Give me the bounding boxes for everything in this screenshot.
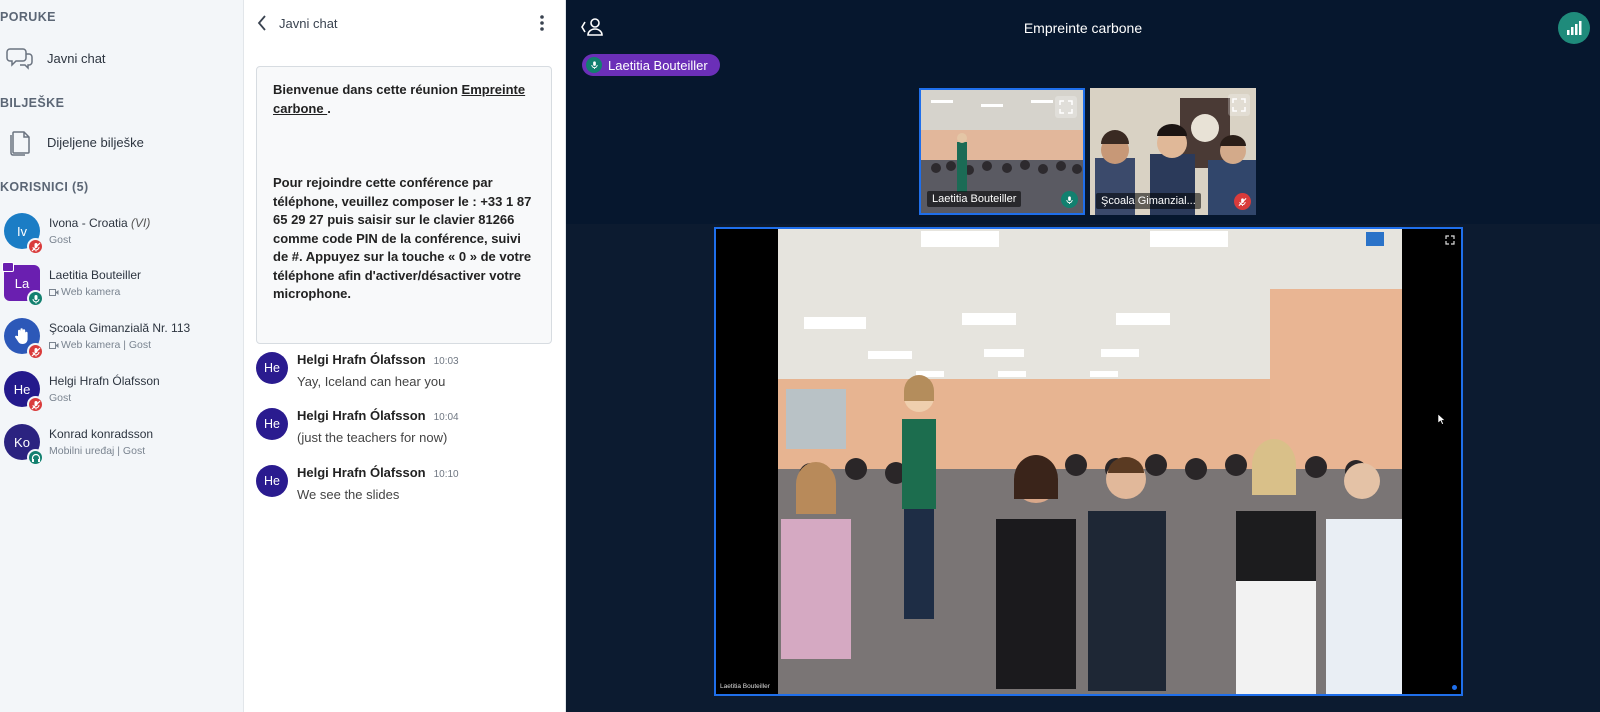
user-role: Mobilni uređaj | Gost (49, 445, 146, 457)
muted-mic-icon (27, 238, 44, 255)
you-tag: (VI) (131, 216, 151, 230)
user-name: Konrad konradsson (49, 427, 154, 441)
welcome-line: Bienvenue dans cette réunion Empreinte c… (273, 81, 535, 118)
mouse-cursor-icon (1438, 414, 1446, 425)
document-icon (5, 127, 35, 157)
user-list-item[interactable]: Ko Konrad konradsson Mobilni uređaj | Go… (0, 417, 243, 469)
message-time: 10:10 (433, 469, 459, 480)
chat-bubbles-icon (5, 43, 35, 73)
chat-panel: Javni chat Bienvenue dans cette réunion … (244, 0, 566, 712)
meeting-title: Empreinte carbone (1023, 20, 1143, 36)
user-role-text: Web kamera | Gost (61, 339, 152, 351)
video-area: Empreinte carbone Laetitia Bouteiller La… (566, 0, 1600, 712)
headset-icon (27, 449, 44, 466)
users-panel: PORUKE Javni chat BILJEŠKE Dijeljene bil… (0, 0, 244, 712)
chat-message: He Helgi Hrafn Ólafsson 10:04 (just the t… (256, 408, 556, 462)
fullscreen-icon[interactable] (1228, 94, 1250, 116)
webcam-tile[interactable]: Laetitia Bouteiller (919, 88, 1085, 215)
screenshare-video[interactable]: Laetitia Bouteiller (714, 227, 1463, 696)
muted-mic-icon (27, 343, 44, 360)
public-chat-label: Javni chat (47, 50, 106, 66)
message-author: Helgi Hrafn Ólafsson 10:10 (297, 465, 459, 480)
welcome-suffix: . (327, 100, 331, 116)
user-role: Gost (49, 234, 72, 246)
webcam-tile[interactable]: Şcoala Gimanzial... (1090, 88, 1256, 215)
chat-message: He Helgi Hrafn Ólafsson 10:10 We see the … (256, 465, 556, 519)
more-options-icon[interactable] (539, 13, 549, 33)
fullscreen-icon[interactable] (1055, 96, 1077, 118)
message-time: 10:03 (433, 356, 459, 367)
user-list-item[interactable]: He Helgi Hrafn Ólafsson Gost (0, 364, 243, 416)
chat-title: Javni chat (279, 16, 338, 31)
user-name: Laetitia Bouteiller (49, 268, 142, 282)
user-role: Gost (49, 392, 72, 404)
message-time: 10:04 (433, 412, 459, 423)
message-text: (just the teachers for now) (297, 430, 448, 445)
shared-notes-nav-item[interactable]: Dijeljene bilješke (0, 122, 243, 162)
users-heading: KORISNICI (5) (0, 180, 89, 194)
muted-mic-icon (27, 396, 44, 413)
webcam-name: Şcoala Gimanzial... (1096, 193, 1201, 209)
user-list-item[interactable]: La Laetitia Bouteiller Web kamera (0, 258, 243, 310)
message-author: Helgi Hrafn Ólafsson 10:03 (297, 352, 459, 367)
user-role-text: Web kamera (61, 286, 121, 298)
talking-name: Laetitia Bouteiller (608, 57, 708, 73)
dial-in-instructions: Pour rejoindre cette conférence par télé… (273, 175, 532, 301)
welcome-message: Bienvenue dans cette réunion Empreinte c… (256, 66, 552, 344)
presentation-stage: Laetitia Bouteiller (566, 224, 1600, 712)
chevron-left-icon[interactable] (256, 14, 272, 32)
user-role: Web kamera | Gost (49, 339, 151, 351)
talking-indicator: Laetitia Bouteiller (582, 54, 720, 76)
author-name: Helgi Hrafn Ólafsson (297, 352, 426, 367)
webcam-icon (49, 288, 59, 296)
webcam-name: Laetitia Bouteiller (927, 191, 1022, 207)
avatar: He (256, 408, 288, 440)
message-text: We see the slides (297, 487, 400, 502)
signal-bars-icon (1567, 21, 1582, 35)
author-name: Helgi Hrafn Ólafsson (297, 465, 426, 480)
chat-message: He Helgi Hrafn Ólafsson 10:03 Yay, Icelan… (256, 352, 556, 406)
webcam-icon (49, 341, 59, 349)
author-name: Helgi Hrafn Ólafsson (297, 408, 426, 423)
user-list-item[interactable]: Şcoala Gimanzială Nr. 113 Web kamera | G… (0, 311, 243, 363)
user-name: Helgi Hrafn Ólafsson (49, 374, 160, 388)
connection-status-button[interactable] (1558, 12, 1590, 44)
message-author: Helgi Hrafn Ólafsson 10:04 (297, 408, 459, 423)
user-name: Ivona - Croatia (VI) (49, 216, 150, 230)
message-text: Yay, Iceland can hear you (297, 374, 446, 389)
user-list-item[interactable]: Iv Ivona - Croatia (VI) Gost (0, 206, 243, 258)
fullscreen-icon[interactable] (1445, 232, 1457, 245)
shared-notes-label: Dijeljene bilješke (47, 134, 144, 150)
status-dot (1452, 685, 1457, 690)
mic-icon (586, 57, 602, 73)
mic-icon (27, 290, 44, 307)
welcome-prefix: Bienvenue dans cette réunion (273, 82, 462, 97)
user-name-text: Ivona - Croatia (49, 216, 128, 230)
avatar: He (256, 352, 288, 384)
messages-heading: PORUKE (0, 10, 56, 24)
muted-mic-icon (1234, 193, 1251, 210)
user-name: Şcoala Gimanzială Nr. 113 (49, 321, 191, 335)
presenter-name: Laetitia Bouteiller (720, 683, 770, 690)
public-chat-nav-item[interactable]: Javni chat (0, 38, 243, 78)
avatar: He (256, 465, 288, 497)
hand-icon (14, 328, 28, 344)
mic-icon (1061, 191, 1078, 208)
classroom-video-image (716, 229, 1461, 694)
notes-heading: BILJEŠKE (0, 96, 65, 110)
user-role: Web kamera (49, 286, 120, 298)
presenter-icon (2, 262, 14, 272)
